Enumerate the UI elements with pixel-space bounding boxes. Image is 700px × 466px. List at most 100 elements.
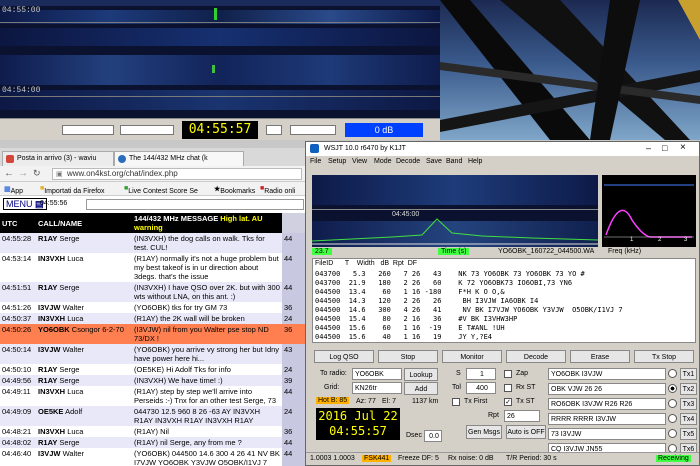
row-callsign[interactable]: I3VJW <box>38 345 61 354</box>
row-call[interactable]: IN3VXH Luca <box>36 313 132 324</box>
tx-first-checkbox[interactable] <box>452 398 460 406</box>
decode-text-area[interactable]: FileID T Width dB Rpt DF 043700 5.3 260 … <box>312 258 696 343</box>
tol-spinner[interactable]: 400 <box>466 382 496 394</box>
row-call[interactable]: R1AY Serge <box>36 364 132 375</box>
decode-line[interactable]: 044500 15.4 80 2 16 36 #V BK I3VHW3HP <box>315 315 517 323</box>
monitor-button[interactable]: Monitor <box>442 350 502 363</box>
log-qso-button[interactable]: Log QSO <box>314 350 374 363</box>
decode-line[interactable]: 044500 15.6 40 1 16 19 JY Y,?E4 <box>315 333 492 341</box>
decode-line[interactable]: 044500 14.6 300 4 26 41 NV BK I7VJW YO6O… <box>315 306 623 314</box>
tx-button[interactable]: Tx4 <box>680 413 697 425</box>
browser-tab-mail[interactable]: Posta in arrivo (3) - waviu <box>2 151 114 166</box>
gen-msgs-button[interactable]: Gen Msgs <box>466 425 502 439</box>
row-call[interactable]: IN3VXH Luca <box>36 386 132 406</box>
row-call[interactable]: I3VJW Walter <box>36 302 132 313</box>
row-callsign[interactable]: IN3VXH <box>38 427 65 436</box>
bookmark-apps[interactable]: ▦ App <box>4 185 23 195</box>
back-icon[interactable]: ← <box>4 168 14 179</box>
rx-st-checkbox[interactable] <box>504 384 512 392</box>
tx-radio[interactable] <box>668 384 677 393</box>
slider-track[interactable] <box>290 125 336 135</box>
bookmark-item[interactable]: ★ Bookmarks <box>214 185 255 195</box>
tx-message-input[interactable]: YO6OBK I3VJW <box>548 368 666 380</box>
tx-radio[interactable] <box>668 399 677 408</box>
to-radio-input[interactable]: YO6OBK <box>352 368 402 380</box>
row-call[interactable]: YO6OBK Csongor 6-2-70 <box>36 324 132 344</box>
tx-stop-button[interactable]: Tx Stop <box>634 350 694 363</box>
decode-line[interactable]: 043700 21.9 180 2 26 60 K 72 YO6OBK73 IO… <box>315 279 572 287</box>
menu-mode[interactable]: Mode <box>374 158 392 165</box>
bookmark-item[interactable]: ■ Importati da Firefox <box>40 185 105 195</box>
dsec-input[interactable]: 0.0 <box>424 430 442 442</box>
chat-message-input[interactable] <box>86 199 304 210</box>
row-call[interactable]: I3VJW Walter <box>36 448 132 466</box>
menu-setup[interactable]: Setup <box>328 158 346 165</box>
tx-radio[interactable] <box>668 369 677 378</box>
row-callsign[interactable]: I3VJW <box>38 449 61 458</box>
reload-icon[interactable]: ↻ <box>33 168 41 179</box>
decode-line[interactable]: 043700 5.3 260 7 26 43 NK 73 YO6OBK 73 Y… <box>315 270 585 278</box>
row-callsign[interactable]: R1AY <box>38 283 57 292</box>
add-button[interactable]: Add <box>404 382 438 395</box>
row-call[interactable]: IN3VXH Luca <box>36 253 132 282</box>
slider-track[interactable] <box>120 125 174 135</box>
row-callsign[interactable]: YO6OBK <box>38 325 70 334</box>
menu-save[interactable]: Save <box>426 158 442 165</box>
row-call[interactable]: R1AY Serge <box>36 233 132 253</box>
row-call[interactable]: I3VJW Walter <box>36 344 132 364</box>
auto-button[interactable]: Auto is OFF <box>506 425 546 439</box>
row-call[interactable]: IN3VXH Luca <box>36 426 132 437</box>
bookmark-item[interactable]: ■ Radio onli <box>260 185 295 195</box>
menu-decode[interactable]: Decode <box>396 158 420 165</box>
row-callsign[interactable]: I3VJW <box>38 303 61 312</box>
grid-input[interactable]: KN26tr <box>352 382 402 394</box>
row-callsign[interactable]: IN3VXH <box>38 314 65 323</box>
lookup-button[interactable]: Lookup <box>404 368 438 381</box>
browser-tab-chat[interactable]: The 144/432 MHz chat (k <box>114 151 244 166</box>
bookmark-item[interactable]: ■ Live Contest Score Se <box>124 185 198 195</box>
forward-icon[interactable]: → <box>18 168 28 179</box>
tx-button[interactable]: Tx3 <box>680 398 697 410</box>
decode-line[interactable]: 044500 14.3 120 2 26 26 BH I3VJW IA6OBK … <box>315 297 538 305</box>
row-callsign[interactable]: R1AY <box>38 234 57 243</box>
address-input[interactable]: ▣ www.on4kst.org/chat/index.php <box>52 168 302 180</box>
slider-track[interactable] <box>266 125 282 135</box>
row-callsign[interactable]: R1AY <box>38 376 57 385</box>
tx-button[interactable]: Tx1 <box>680 368 697 380</box>
tx-button[interactable]: Tx5 <box>680 428 697 440</box>
table-row: 04:50:10 R1AY Serge (OE5KE) Hi Adolf Tks f… <box>0 364 310 375</box>
row-callsign[interactable]: R1AY <box>38 365 57 374</box>
tx-message-input[interactable]: RO6OBK I3VJW R26 R26 <box>548 398 666 410</box>
tx-message-input[interactable]: 73 I3VJW <box>548 428 666 440</box>
slider-track[interactable] <box>62 125 114 135</box>
tx-message-input[interactable]: RRRR RRRR I3VJW <box>548 413 666 425</box>
s-spinner[interactable]: 1 <box>466 368 496 380</box>
decode-line[interactable]: 044500 15.6 60 1 16 -19 E T#ANL !UH <box>315 324 505 332</box>
maximize-icon[interactable]: □ <box>662 143 667 153</box>
erase-button[interactable]: Erase <box>570 350 630 363</box>
decode-line[interactable]: 044500 13.4 60 1 16 -180 F*H K O O,& <box>315 288 505 296</box>
menu-file[interactable]: File <box>310 158 321 165</box>
row-callsign[interactable]: R1AY <box>38 438 57 447</box>
tx-message-input[interactable]: OBK VJW 26 26 <box>548 383 666 395</box>
close-icon[interactable]: × <box>680 142 686 153</box>
row-callsign[interactable]: IN3VXH <box>38 254 65 263</box>
tx-radio[interactable] <box>668 414 677 423</box>
stop-button[interactable]: Stop <box>378 350 438 363</box>
menu-band[interactable]: Band <box>446 158 462 165</box>
row-callsign[interactable]: IN3VXH <box>38 387 65 396</box>
tx-st-checkbox[interactable]: ✓ <box>504 398 512 406</box>
menu-view[interactable]: View <box>352 158 367 165</box>
menu-help[interactable]: Help <box>468 158 482 165</box>
tx-radio[interactable] <box>668 429 677 438</box>
rpt-input[interactable]: 26 <box>504 410 540 422</box>
row-call[interactable]: OE5KE Adolf <box>36 406 132 426</box>
row-call[interactable]: R1AY Serge <box>36 282 132 302</box>
row-call[interactable]: R1AY Serge <box>36 437 132 448</box>
row-callsign[interactable]: OE5KE <box>38 407 63 416</box>
minimize-icon[interactable]: – <box>646 143 651 153</box>
zap-checkbox[interactable] <box>504 370 512 378</box>
decode-button[interactable]: Decode <box>506 350 566 363</box>
tx-button[interactable]: Tx2 <box>680 383 697 395</box>
row-call[interactable]: R1AY Serge <box>36 375 132 386</box>
